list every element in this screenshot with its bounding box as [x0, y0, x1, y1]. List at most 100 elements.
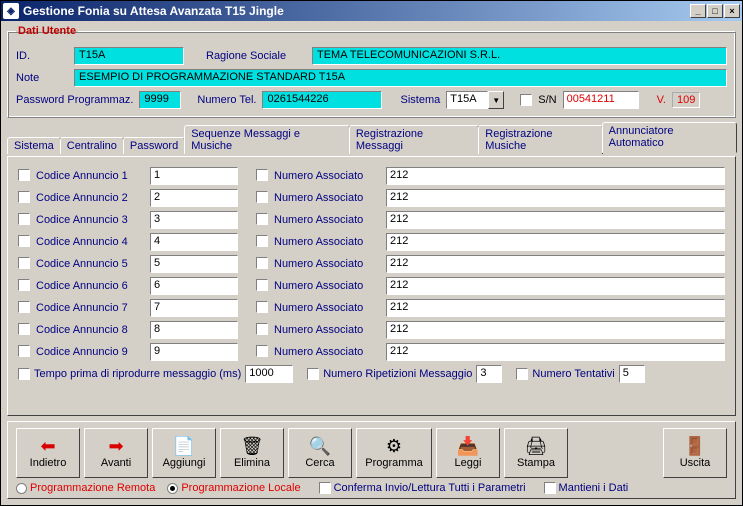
codice-annuncio-field[interactable]: 2: [150, 189, 238, 207]
tab-reg-messaggi[interactable]: Registrazione Messaggi: [349, 125, 479, 154]
note-label: Note: [16, 72, 68, 84]
numero-associato-field[interactable]: 212: [386, 255, 725, 273]
numero-associato-label: Numero Associato: [274, 192, 382, 204]
prog-remota-radio[interactable]: [16, 483, 27, 494]
codice-annuncio-field[interactable]: 3: [150, 211, 238, 229]
codice-annuncio-field[interactable]: 1: [150, 167, 238, 185]
dati-utente-group: Dati Utente ID. T15A Ragione Sociale TEM…: [7, 25, 736, 118]
titlebar: ◈ Gestione Fonia su Attesa Avanzata T15 …: [1, 1, 742, 21]
uscita-button[interactable]: 🚪 Uscita: [663, 428, 727, 478]
codice-annuncio-checkbox[interactable]: [18, 235, 30, 247]
ripetizioni-label: Numero Ripetizioni Messaggio: [323, 368, 472, 380]
numero-associato-checkbox[interactable]: [256, 345, 268, 357]
aggiungi-button[interactable]: 📄 Aggiungi: [152, 428, 216, 478]
codice-annuncio-field[interactable]: 6: [150, 277, 238, 295]
sistema-value: T15A: [446, 91, 488, 109]
numero-associato-field[interactable]: 212: [386, 277, 725, 295]
codice-annuncio-checkbox[interactable]: [18, 191, 30, 203]
prog-remota-label: Programmazione Remota: [30, 482, 155, 494]
tab-centralino[interactable]: Centralino: [60, 137, 124, 154]
numero-associato-label: Numero Associato: [274, 236, 382, 248]
sistema-combo[interactable]: T15A ▼: [446, 91, 504, 109]
tab-password[interactable]: Password: [123, 137, 185, 154]
codice-annuncio-checkbox[interactable]: [18, 257, 30, 269]
numero-associato-field[interactable]: 212: [386, 321, 725, 339]
ripetizioni-checkbox[interactable]: [307, 368, 319, 380]
indietro-button[interactable]: ⬅ Indietro: [16, 428, 80, 478]
tab-panel-annunciatore: Codice Annuncio 11Numero Associato212Cod…: [7, 156, 736, 416]
prog-locale-radio[interactable]: [167, 483, 178, 494]
numero-tel-field[interactable]: 0261544226: [262, 91, 382, 109]
elimina-label: Elimina: [234, 457, 270, 469]
tab-sistema[interactable]: Sistema: [7, 137, 61, 154]
mantieni-checkbox[interactable]: [544, 482, 556, 494]
leggi-button[interactable]: 📥 Leggi: [436, 428, 500, 478]
minimize-button[interactable]: _: [690, 4, 706, 18]
tab-annunciatore[interactable]: Annunciatore Automatico: [602, 122, 737, 153]
window-title: Gestione Fonia su Attesa Avanzata T15 Ji…: [23, 4, 690, 18]
close-button[interactable]: ×: [724, 4, 740, 18]
codice-annuncio-checkbox[interactable]: [18, 279, 30, 291]
avanti-button[interactable]: ➡ Avanti: [84, 428, 148, 478]
codice-annuncio-checkbox[interactable]: [18, 345, 30, 357]
id-field[interactable]: T15A: [74, 47, 184, 65]
codice-annuncio-checkbox[interactable]: [18, 169, 30, 181]
numero-associato-checkbox[interactable]: [256, 257, 268, 269]
elimina-button[interactable]: 🗑 Elimina: [220, 428, 284, 478]
numero-associato-checkbox[interactable]: [256, 323, 268, 335]
chevron-down-icon[interactable]: ▼: [488, 91, 504, 109]
tempo-checkbox[interactable]: [18, 368, 30, 380]
app-icon: ◈: [3, 3, 19, 19]
trash-icon: 🗑: [241, 437, 264, 455]
numero-associato-checkbox[interactable]: [256, 191, 268, 203]
numero-associato-field[interactable]: 212: [386, 343, 725, 361]
codice-annuncio-label: Codice Annuncio 2: [36, 192, 146, 204]
codice-annuncio-label: Codice Annuncio 6: [36, 280, 146, 292]
codice-annuncio-field[interactable]: 4: [150, 233, 238, 251]
tentativi-field[interactable]: 5: [619, 365, 645, 383]
v-field: 109: [672, 92, 700, 108]
tab-reg-musiche[interactable]: Registrazione Musiche: [478, 125, 602, 154]
numero-associato-field[interactable]: 212: [386, 233, 725, 251]
numero-associato-field[interactable]: 212: [386, 189, 725, 207]
v-label: V.: [657, 94, 666, 106]
ragione-field[interactable]: TEMA TELECOMUNICAZIONI S.R.L.: [312, 47, 727, 65]
programma-button[interactable]: ⚙ Programma: [356, 428, 432, 478]
numero-associato-field[interactable]: 212: [386, 299, 725, 317]
annuncio-row: Codice Annuncio 44Numero Associato212: [18, 233, 725, 251]
ripetizioni-field[interactable]: 3: [476, 365, 502, 383]
tentativi-checkbox[interactable]: [516, 368, 528, 380]
sn-checkbox[interactable]: [520, 94, 532, 106]
sn-field[interactable]: 00541211: [563, 91, 639, 109]
codice-annuncio-field[interactable]: 8: [150, 321, 238, 339]
numero-associato-checkbox[interactable]: [256, 235, 268, 247]
maximize-button[interactable]: □: [707, 4, 723, 18]
numero-associato-field[interactable]: 212: [386, 167, 725, 185]
codice-annuncio-field[interactable]: 9: [150, 343, 238, 361]
numero-associato-checkbox[interactable]: [256, 213, 268, 225]
numero-associato-checkbox[interactable]: [256, 169, 268, 181]
numero-associato-checkbox[interactable]: [256, 279, 268, 291]
codice-annuncio-label: Codice Annuncio 8: [36, 324, 146, 336]
numero-associato-field[interactable]: 212: [386, 211, 725, 229]
codice-annuncio-checkbox[interactable]: [18, 301, 30, 313]
tempo-field[interactable]: 1000: [245, 365, 293, 383]
codice-annuncio-field[interactable]: 5: [150, 255, 238, 273]
password-field[interactable]: 9999: [139, 91, 181, 109]
conferma-checkbox[interactable]: [319, 482, 331, 494]
stampa-button[interactable]: 🖨 Stampa: [504, 428, 568, 478]
conferma-label: Conferma Invio/Lettura Tutti i Parametri: [334, 482, 526, 494]
tab-sequenze[interactable]: Sequenze Messaggi e Musiche: [184, 125, 350, 154]
avanti-label: Avanti: [101, 457, 131, 469]
leggi-label: Leggi: [455, 457, 482, 469]
note-field[interactable]: ESEMPIO DI PROGRAMMAZIONE STANDARD T15A: [74, 69, 727, 87]
numero-associato-checkbox[interactable]: [256, 301, 268, 313]
toolbar: ⬅ Indietro ➡ Avanti 📄 Aggiungi 🗑 Elimina…: [7, 421, 736, 499]
codice-annuncio-checkbox[interactable]: [18, 213, 30, 225]
aggiungi-label: Aggiungi: [163, 457, 206, 469]
search-icon: 🔍: [309, 437, 331, 455]
codice-annuncio-field[interactable]: 7: [150, 299, 238, 317]
cerca-button[interactable]: 🔍 Cerca: [288, 428, 352, 478]
annuncio-row: Codice Annuncio 2 2 Numero Associato 212: [18, 189, 725, 207]
codice-annuncio-checkbox[interactable]: [18, 323, 30, 335]
